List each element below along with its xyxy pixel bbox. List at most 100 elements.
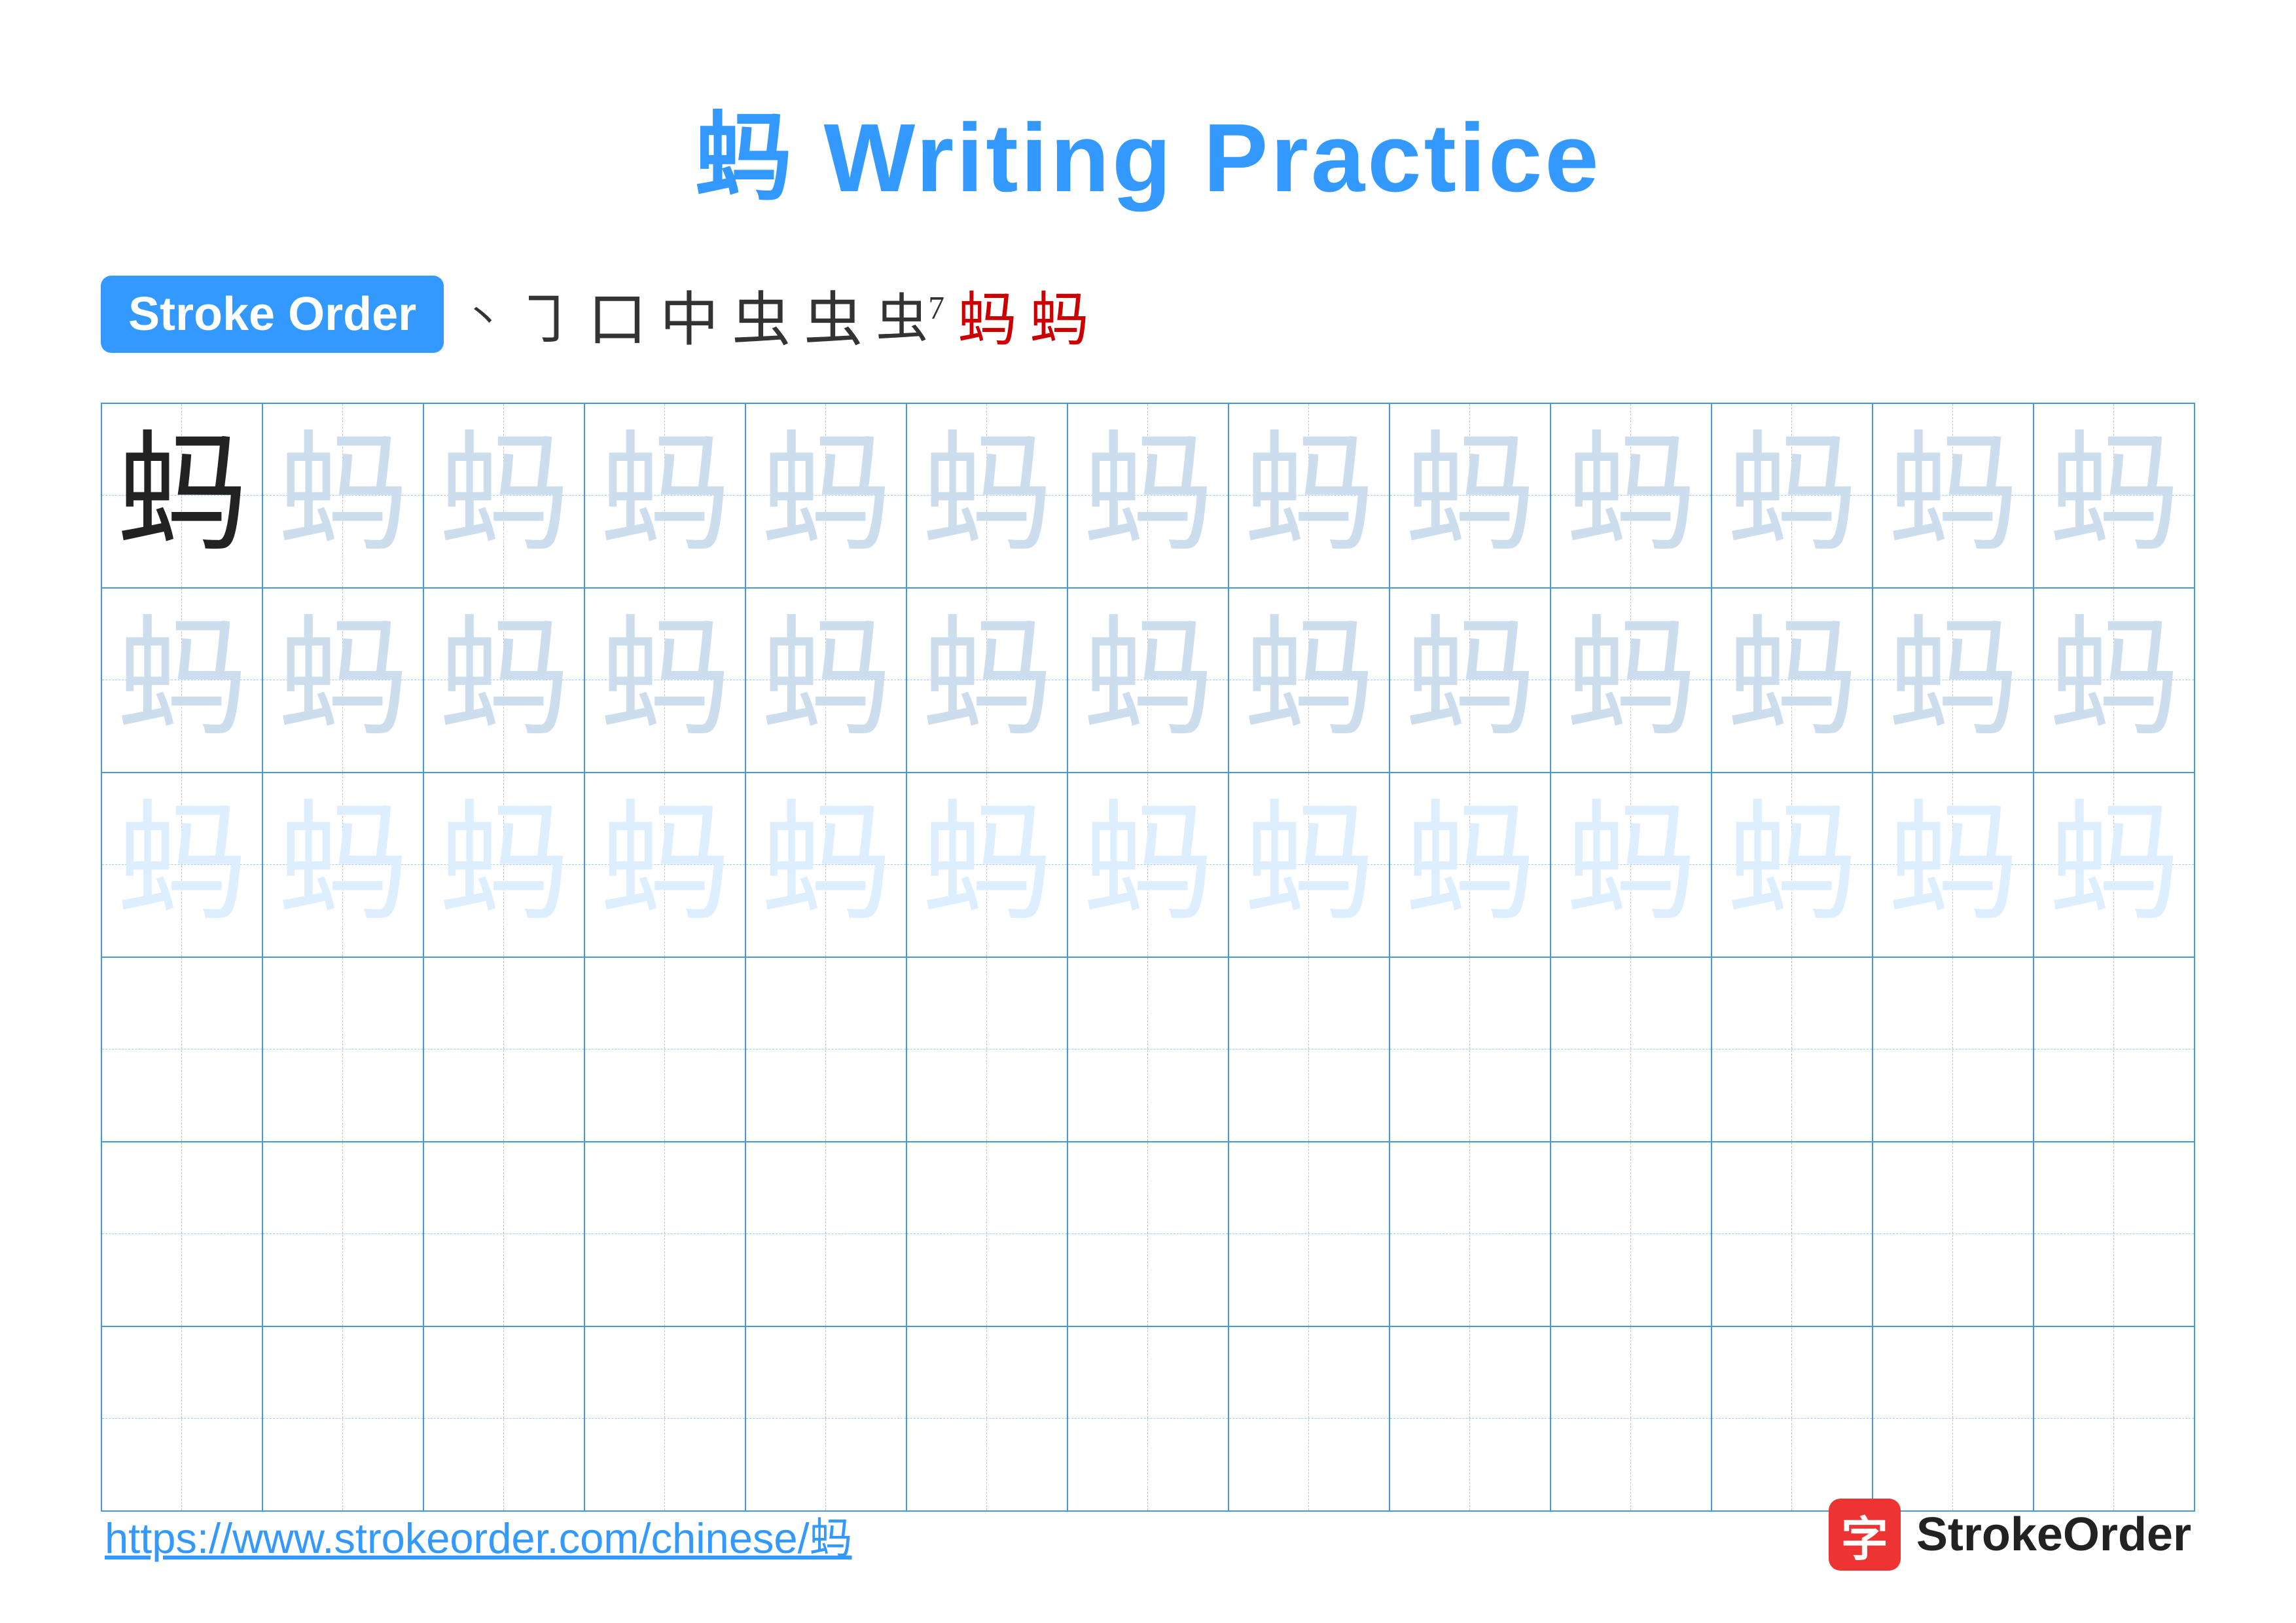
grid-cell-1-3[interactable]: 蚂 bbox=[424, 404, 585, 587]
grid-cell-1-11[interactable]: 蚂 bbox=[1712, 404, 1873, 587]
grid-cell-2-7[interactable]: 蚂 bbox=[1068, 589, 1229, 772]
grid-cell-6-3[interactable] bbox=[424, 1327, 585, 1510]
grid-cell-3-9[interactable]: 蚂 bbox=[1390, 773, 1551, 957]
grid-cell-4-10[interactable] bbox=[1551, 958, 1712, 1141]
grid-cell-3-3[interactable]: 蚂 bbox=[424, 773, 585, 957]
grid-cell-2-13[interactable]: 蚂 bbox=[2034, 589, 2194, 772]
grid-cell-6-10[interactable] bbox=[1551, 1327, 1712, 1510]
stroke-seq-8: 蚂 bbox=[958, 272, 1016, 357]
grid-cell-5-11[interactable] bbox=[1712, 1142, 1873, 1326]
grid-cell-1-12[interactable]: 蚂 bbox=[1873, 404, 2034, 587]
grid-cell-1-8[interactable]: 蚂 bbox=[1229, 404, 1390, 587]
grid-cell-6-7[interactable] bbox=[1068, 1327, 1229, 1510]
grid-cell-6-13[interactable] bbox=[2034, 1327, 2194, 1510]
grid-cell-3-8[interactable]: 蚂 bbox=[1229, 773, 1390, 957]
stroke-seq-3: 口 bbox=[588, 272, 647, 357]
grid-cell-6-2[interactable] bbox=[263, 1327, 424, 1510]
grid-cell-4-5[interactable] bbox=[746, 958, 907, 1141]
grid-cell-5-9[interactable] bbox=[1390, 1142, 1551, 1326]
grid-cell-6-4[interactable] bbox=[585, 1327, 746, 1510]
grid-cell-2-12[interactable]: 蚂 bbox=[1873, 589, 2034, 772]
grid-cell-6-9[interactable] bbox=[1390, 1327, 1551, 1510]
grid-row-5 bbox=[102, 1142, 2194, 1327]
grid-cell-5-12[interactable] bbox=[1873, 1142, 2034, 1326]
grid-cell-2-8[interactable]: 蚂 bbox=[1229, 589, 1390, 772]
footer-logo: 字 StrokeOrder bbox=[1829, 1499, 2191, 1571]
logo-icon: 字 bbox=[1829, 1499, 1901, 1571]
grid-cell-6-6[interactable] bbox=[907, 1327, 1068, 1510]
grid-cell-5-10[interactable] bbox=[1551, 1142, 1712, 1326]
stroke-order-badge: Stroke Order bbox=[101, 276, 444, 353]
grid-cell-2-11[interactable]: 蚂 bbox=[1712, 589, 1873, 772]
grid-cell-3-4[interactable]: 蚂 bbox=[585, 773, 746, 957]
grid-row-3: 蚂 蚂 蚂 蚂 蚂 蚂 蚂 蚂 蚂 蚂 蚂 蚂 蚂 bbox=[102, 773, 2194, 958]
grid-cell-4-6[interactable] bbox=[907, 958, 1068, 1141]
stroke-seq-9: 蚂 bbox=[1030, 272, 1088, 357]
grid-cell-4-3[interactable] bbox=[424, 958, 585, 1141]
grid-cell-4-9[interactable] bbox=[1390, 958, 1551, 1141]
grid-cell-3-6[interactable]: 蚂 bbox=[907, 773, 1068, 957]
grid-row-4 bbox=[102, 958, 2194, 1142]
stroke-sequence: 丶 ㇆ 口 中 虫 虫 虫7 蚂 蚂 bbox=[463, 272, 1088, 357]
grid-cell-4-7[interactable] bbox=[1068, 958, 1229, 1141]
grid-cell-1-13[interactable]: 蚂 bbox=[2034, 404, 2194, 587]
grid-cell-1-9[interactable]: 蚂 bbox=[1390, 404, 1551, 587]
page-title: 蚂 Writing Practice bbox=[694, 79, 1601, 219]
grid-cell-6-1[interactable] bbox=[102, 1327, 263, 1510]
grid-cell-5-6[interactable] bbox=[907, 1142, 1068, 1326]
grid-cell-1-2[interactable]: 蚂 bbox=[263, 404, 424, 587]
grid-cell-1-10[interactable]: 蚂 bbox=[1551, 404, 1712, 587]
grid-cell-3-2[interactable]: 蚂 bbox=[263, 773, 424, 957]
grid-cell-5-2[interactable] bbox=[263, 1142, 424, 1326]
grid-cell-2-6[interactable]: 蚂 bbox=[907, 589, 1068, 772]
grid-cell-2-4[interactable]: 蚂 bbox=[585, 589, 746, 772]
grid-cell-5-8[interactable] bbox=[1229, 1142, 1390, 1326]
grid-cell-1-7[interactable]: 蚂 bbox=[1068, 404, 1229, 587]
char-solid: 蚂 bbox=[117, 430, 247, 561]
grid-cell-2-3[interactable]: 蚂 bbox=[424, 589, 585, 772]
grid-cell-3-12[interactable]: 蚂 bbox=[1873, 773, 2034, 957]
grid-cell-2-5[interactable]: 蚂 bbox=[746, 589, 907, 772]
grid-cell-1-1[interactable]: 蚂 bbox=[102, 404, 263, 587]
grid-cell-3-13[interactable]: 蚂 bbox=[2034, 773, 2194, 957]
grid-cell-1-5[interactable]: 蚂 bbox=[746, 404, 907, 587]
grid-cell-6-11[interactable] bbox=[1712, 1327, 1873, 1510]
stroke-seq-2: ㇆ bbox=[516, 272, 575, 357]
grid-cell-4-2[interactable] bbox=[263, 958, 424, 1141]
grid-row-1: 蚂 蚂 蚂 蚂 蚂 蚂 蚂 蚂 蚂 蚂 蚂 蚂 蚂 bbox=[102, 404, 2194, 589]
grid-cell-6-8[interactable] bbox=[1229, 1327, 1390, 1510]
grid-cell-3-5[interactable]: 蚂 bbox=[746, 773, 907, 957]
practice-grid: 蚂 蚂 蚂 蚂 蚂 蚂 蚂 蚂 蚂 蚂 蚂 蚂 蚂 蚂 蚂 蚂 蚂 蚂 蚂 蚂 … bbox=[101, 403, 2195, 1512]
grid-cell-2-10[interactable]: 蚂 bbox=[1551, 589, 1712, 772]
footer-url[interactable]: https://www.strokeorder.com/chinese/蚂 bbox=[105, 1504, 852, 1565]
grid-cell-3-1[interactable]: 蚂 bbox=[102, 773, 263, 957]
grid-cell-4-4[interactable] bbox=[585, 958, 746, 1141]
grid-cell-2-1[interactable]: 蚂 bbox=[102, 589, 263, 772]
grid-cell-5-1[interactable] bbox=[102, 1142, 263, 1326]
grid-cell-4-11[interactable] bbox=[1712, 958, 1873, 1141]
grid-cell-3-11[interactable]: 蚂 bbox=[1712, 773, 1873, 957]
grid-cell-4-12[interactable] bbox=[1873, 958, 2034, 1141]
grid-cell-4-8[interactable] bbox=[1229, 958, 1390, 1141]
grid-cell-2-9[interactable]: 蚂 bbox=[1390, 589, 1551, 772]
stroke-seq-5: 虫 bbox=[732, 272, 791, 357]
grid-cell-3-10[interactable]: 蚂 bbox=[1551, 773, 1712, 957]
footer: https://www.strokeorder.com/chinese/蚂 字 … bbox=[105, 1499, 2191, 1571]
grid-row-2: 蚂 蚂 蚂 蚂 蚂 蚂 蚂 蚂 蚂 蚂 蚂 蚂 蚂 bbox=[102, 589, 2194, 773]
grid-cell-1-6[interactable]: 蚂 bbox=[907, 404, 1068, 587]
stroke-seq-7: 虫7 bbox=[876, 276, 944, 352]
grid-cell-5-13[interactable] bbox=[2034, 1142, 2194, 1326]
grid-cell-6-12[interactable] bbox=[1873, 1327, 2034, 1510]
grid-cell-6-5[interactable] bbox=[746, 1327, 907, 1510]
grid-cell-4-13[interactable] bbox=[2034, 958, 2194, 1141]
grid-cell-5-7[interactable] bbox=[1068, 1142, 1229, 1326]
stroke-seq-dot-1: 丶 bbox=[463, 286, 503, 343]
grid-cell-2-2[interactable]: 蚂 bbox=[263, 589, 424, 772]
grid-cell-4-1[interactable] bbox=[102, 958, 263, 1141]
stroke-order-section: Stroke Order 丶 ㇆ 口 中 虫 虫 虫7 蚂 蚂 bbox=[101, 272, 2195, 357]
grid-cell-5-5[interactable] bbox=[746, 1142, 907, 1326]
grid-cell-3-7[interactable]: 蚂 bbox=[1068, 773, 1229, 957]
grid-cell-5-4[interactable] bbox=[585, 1142, 746, 1326]
grid-cell-1-4[interactable]: 蚂 bbox=[585, 404, 746, 587]
grid-cell-5-3[interactable] bbox=[424, 1142, 585, 1326]
